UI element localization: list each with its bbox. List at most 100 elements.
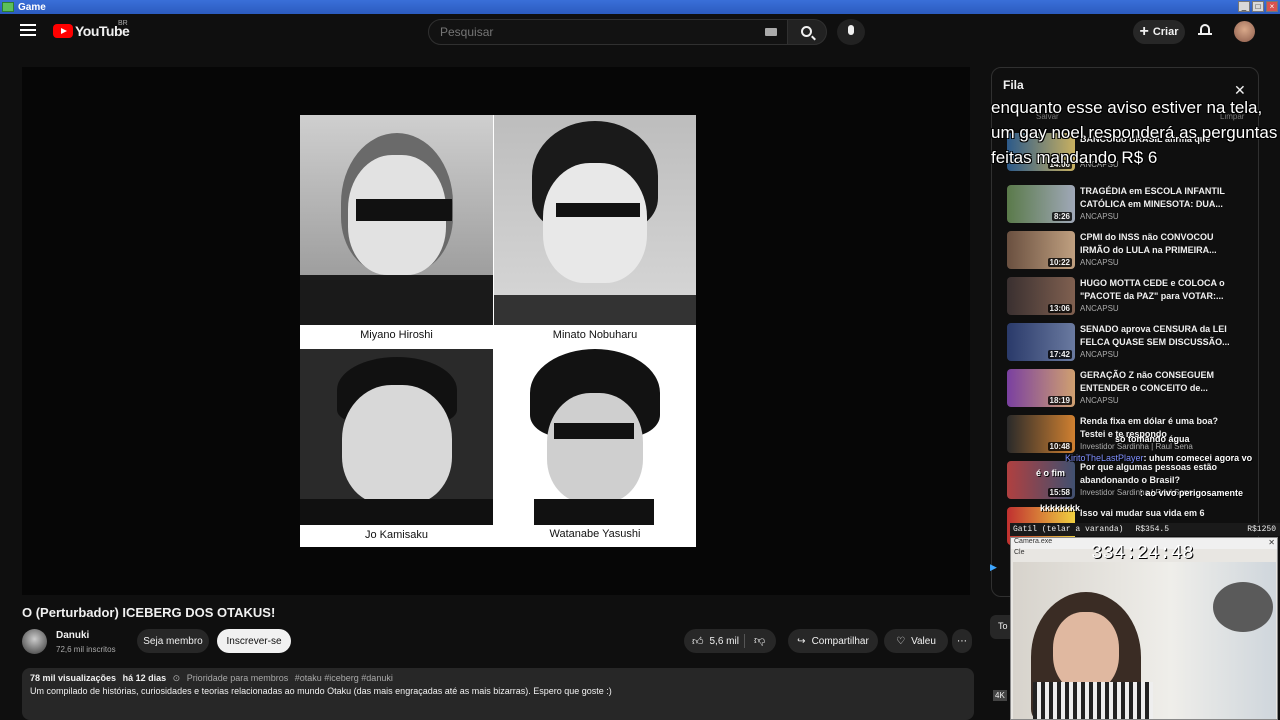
join-button[interactable]: Seja membro — [137, 629, 209, 653]
queue-title: Fila — [1003, 78, 1024, 92]
photo-3 — [300, 349, 493, 525]
like-count[interactable]: 5,6 mil — [710, 636, 739, 647]
photo-1 — [300, 115, 493, 325]
video-player[interactable]: Miyano Hiroshi Minato Nobuharu Jo Kamisa… — [22, 67, 970, 595]
view-count: 78 mil visualizações — [30, 673, 117, 683]
video-frame-collage: Miyano Hiroshi Minato Nobuharu Jo Kamisa… — [300, 115, 696, 547]
duration-badge: 13:06 — [1047, 304, 1072, 313]
queue-item-channel: ANCAPSU — [1080, 258, 1119, 267]
goal-current: R$354.5 — [1135, 525, 1170, 534]
queue-item-title: SENADO aprova CENSURA da LEI FELCA QUASE… — [1080, 324, 1230, 347]
share-label: Compartilhar — [811, 635, 869, 647]
members-priority-icon: ⊙ — [172, 673, 181, 683]
queue-item-channel: ANCAPSU — [1080, 212, 1119, 221]
quality-badge: 4K — [993, 690, 1007, 701]
queue-item-title: CPMI do INSS não CONVOCOU IRMÃO do LULA … — [1080, 232, 1217, 255]
caption-2: Minato Nobuharu — [552, 329, 638, 341]
queue-thumbnail: 10:22 — [1007, 231, 1075, 269]
youtube-play-icon — [53, 24, 73, 38]
maximize-button[interactable]: □ — [1252, 1, 1264, 12]
stream-alert-message: enquanto esse aviso estiver na tela, um … — [991, 98, 1278, 167]
youtube-logo[interactable]: YouTube BR — [53, 20, 130, 39]
channel-name[interactable]: Danuki — [56, 630, 89, 641]
channel-avatar[interactable] — [22, 629, 47, 654]
webcam-close-icon[interactable]: ✕ — [1268, 538, 1275, 547]
duration-badge: 10:22 — [1047, 258, 1072, 267]
duration-badge: 18:19 — [1047, 396, 1072, 405]
queue-item-title: HUGO MOTTA CEDE e COLOCA o "PACOTE da PA… — [1080, 278, 1225, 301]
chat-message: é o fim — [1036, 468, 1066, 478]
queue-item[interactable]: 10:22 CPMI do INSS não CONVOCOU IRMÃO do… — [1007, 231, 1247, 275]
chat-message: : ao vivo perigosamente — [1140, 488, 1244, 498]
duration-badge: 8:26 — [1051, 212, 1072, 221]
thanks-button[interactable]: ♡ Valeu — [884, 629, 948, 653]
duration-badge: 10:48 — [1047, 442, 1072, 451]
stream-alert-text: enquanto esse aviso estiver na tela, um … — [991, 95, 1280, 170]
share-button[interactable]: ↪ Compartilhar — [788, 629, 878, 653]
keyboard-icon[interactable] — [765, 28, 777, 36]
duration-badge: 17:42 — [1047, 350, 1072, 359]
subscriber-count: 72,6 mil inscritos — [56, 645, 116, 654]
app-icon — [2, 2, 14, 12]
photo-2 — [494, 115, 696, 325]
plus-icon: + — [1139, 23, 1149, 40]
webcam-menu[interactable]: Cle — [1014, 549, 1025, 556]
chat-message: kkkkkkkk — [1040, 503, 1081, 513]
queue-thumbnail: 15:58 — [1007, 461, 1075, 499]
dislike-icon[interactable]: 👎︎ — [754, 634, 765, 647]
queue-item[interactable]: 8:26 TRAGÉDIA em ESCOLA INFANTIL CATÓLIC… — [1007, 185, 1247, 229]
share-icon: ↪ — [797, 635, 806, 647]
like-icon[interactable]: 👍︎ — [692, 635, 704, 648]
search-button[interactable] — [787, 19, 827, 45]
queue-item-channel: ANCAPSU — [1080, 304, 1119, 313]
more-actions-icon[interactable]: ⋯ — [952, 629, 972, 653]
search-box[interactable] — [428, 19, 788, 45]
queue-item-title: Por que algumas pessoas estão abandonand… — [1080, 462, 1218, 485]
chat-message: só tomando água — [1115, 434, 1190, 444]
webcam-feed — [1013, 562, 1276, 719]
search-input[interactable] — [440, 25, 740, 39]
queue-thumbnail: 10:48 — [1007, 415, 1075, 453]
description-meta: 78 mil visualizações há 12 dias ⊙ Priori… — [30, 673, 393, 684]
video-title: O (Perturbador) ICEBERG DOS OTAKUS! — [22, 605, 276, 620]
account-avatar[interactable] — [1234, 21, 1255, 42]
side-tab[interactable]: To — [990, 615, 1010, 639]
caption-1: Miyano Hiroshi — [360, 329, 433, 341]
like-dislike-group: 👍︎ 5,6 mil 👎︎ — [684, 629, 776, 653]
webcam-title: Camera.exe — [1014, 538, 1053, 545]
description-box[interactable]: 78 mil visualizações há 12 dias ⊙ Priori… — [22, 668, 974, 720]
thanks-icon: ♡ — [896, 635, 906, 647]
region-code: BR — [118, 20, 128, 27]
queue-item-channel: ANCAPSU — [1080, 396, 1119, 405]
queue-item[interactable]: 18:19 GERAÇÃO Z não CONSEGUEM ENTENDER o… — [1007, 369, 1247, 413]
queue-item-title: Isso vai mudar sua vida em 6 — [1080, 508, 1205, 518]
create-label: Criar — [1152, 26, 1179, 38]
upload-age: há 12 dias — [122, 673, 167, 683]
os-title-bar: Game _ □ × — [0, 0, 1280, 14]
queue-item[interactable]: 13:06 HUGO MOTTA CEDE e COLOCA o "PACOTE… — [1007, 277, 1247, 321]
create-button[interactable]: + Criar — [1133, 20, 1185, 44]
window-close-button[interactable]: × — [1266, 1, 1278, 12]
duration-badge: 15:58 — [1047, 488, 1072, 497]
caption-4: Watanabe Yasushi — [549, 528, 641, 540]
queue-item[interactable]: 17:42 SENADO aprova CENSURA da LEI FELCA… — [1007, 323, 1247, 367]
queue-thumbnail: 18:19 — [1007, 369, 1075, 407]
window-title: Game — [18, 1, 46, 13]
queue-item-channel: ANCAPSU — [1080, 350, 1119, 359]
webcam-window: Camera.exe ✕ Cle 334:24:48 — [1010, 537, 1278, 720]
microphone-icon — [848, 25, 854, 35]
hamburger-menu-icon[interactable] — [20, 24, 36, 38]
subscribe-button[interactable]: Inscrever-se — [217, 629, 291, 653]
goal-label: Gatil (telar a varanda) — [1013, 525, 1124, 534]
photo-4 — [494, 349, 696, 525]
masthead: YouTube BR + Criar — [0, 14, 1280, 50]
queue-item-title: TRAGÉDIA em ESCOLA INFANTIL CATÓLICA em … — [1080, 186, 1225, 209]
voice-search-button[interactable] — [837, 19, 865, 45]
goal-target: R$1250 — [1247, 525, 1276, 534]
notifications-bell-icon[interactable] — [1198, 23, 1212, 37]
minimize-button[interactable]: _ — [1238, 1, 1250, 12]
hashtags[interactable]: #otaku #iceberg #danuki — [295, 673, 393, 683]
chat-message: KiritoTheLastPlayer: uhum comecei agora … — [1065, 453, 1253, 463]
expand-arrow-icon[interactable]: ▶ — [990, 562, 1004, 582]
thanks-label: Valeu — [911, 635, 936, 647]
